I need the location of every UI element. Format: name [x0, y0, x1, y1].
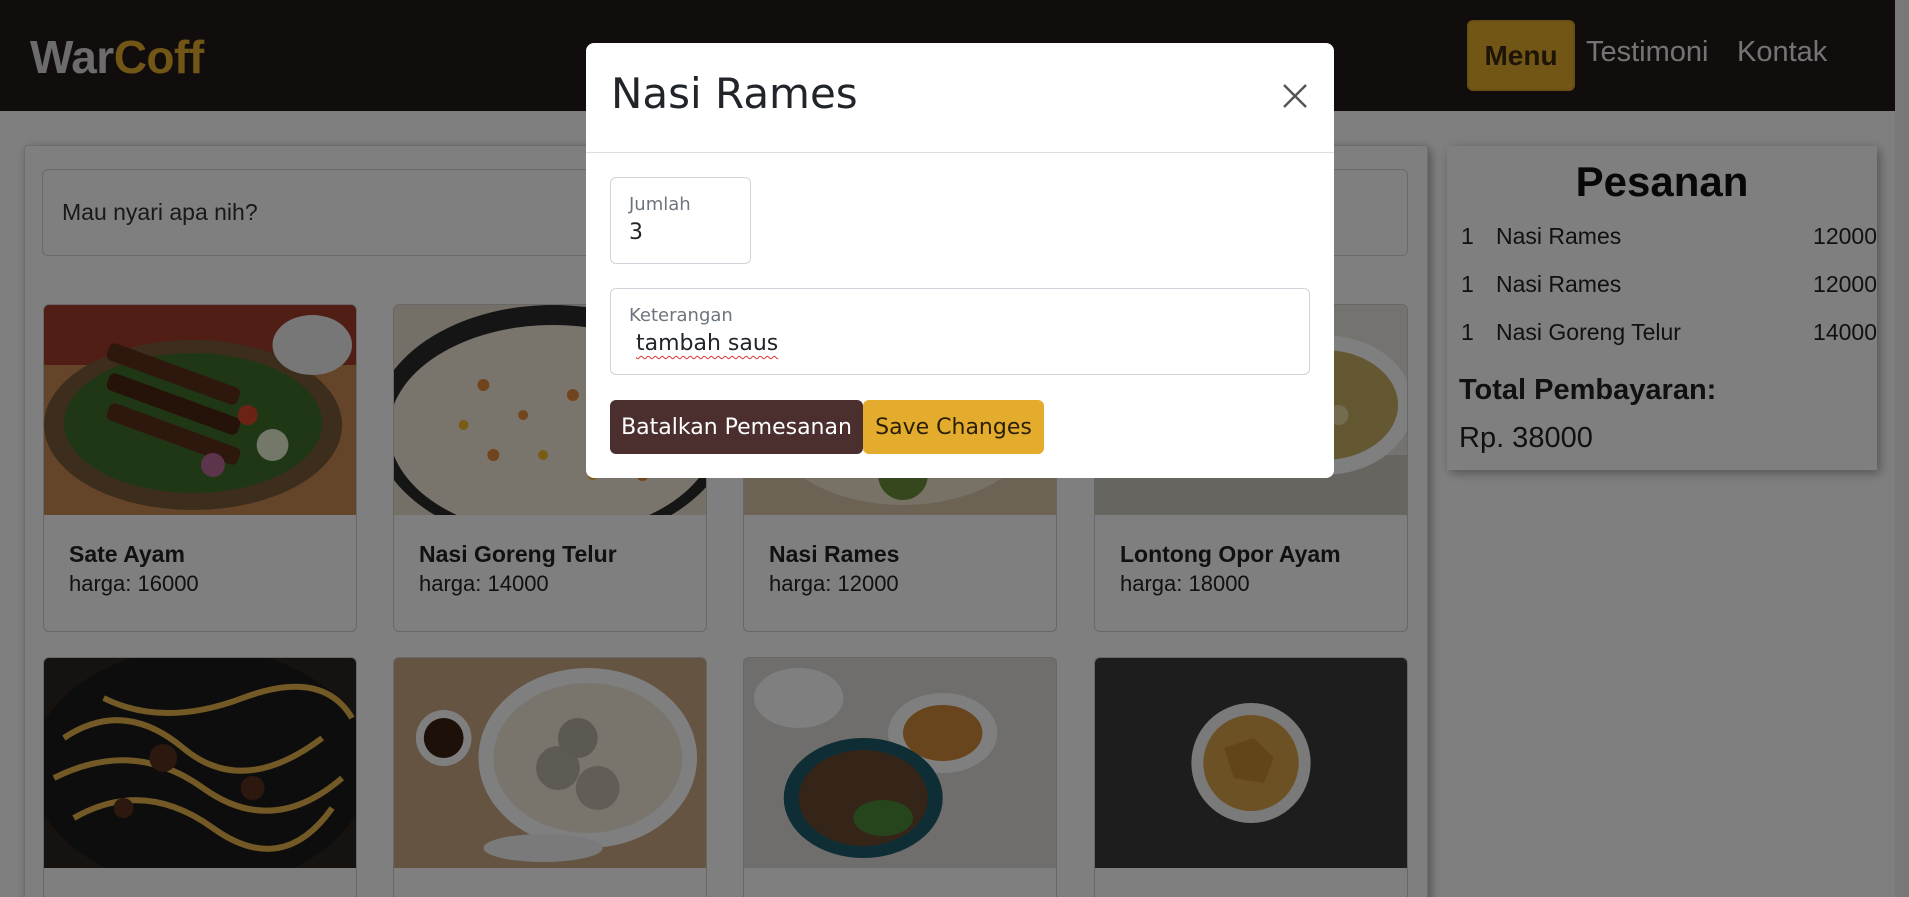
quantity-value: 3: [629, 220, 643, 245]
order-modal: Nasi Rames Jumlah 3 Keterangan tambah sa…: [586, 43, 1334, 478]
note-value: tambah saus: [636, 331, 779, 356]
save-changes-button[interactable]: Save Changes: [863, 400, 1044, 454]
modal-title: Nasi Rames: [611, 69, 858, 118]
cancel-order-button[interactable]: Batalkan Pemesanan: [610, 400, 863, 454]
note-field[interactable]: Keterangan tambah saus: [610, 288, 1310, 375]
note-label: Keterangan: [629, 305, 733, 326]
quantity-label: Jumlah: [629, 194, 691, 215]
close-icon[interactable]: [1280, 81, 1310, 111]
quantity-field[interactable]: Jumlah 3: [610, 177, 751, 264]
modal-header: Nasi Rames: [586, 43, 1334, 153]
